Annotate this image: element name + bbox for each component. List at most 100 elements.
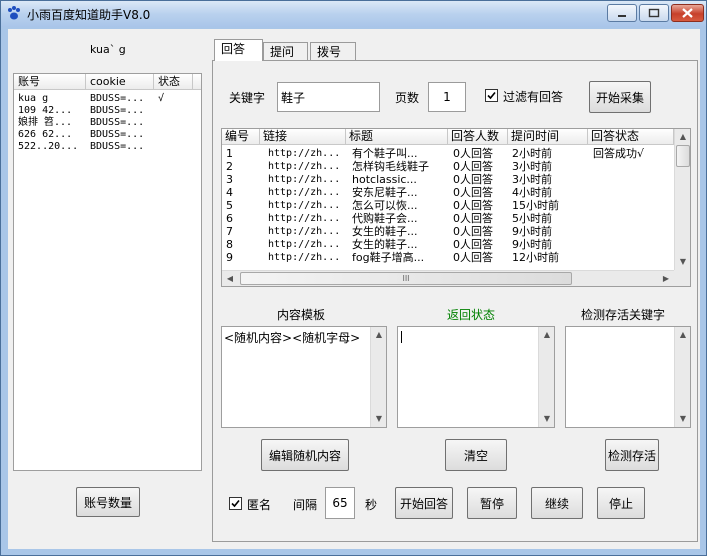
account-count-button[interactable]: 账号数量 bbox=[76, 487, 140, 517]
result-row[interactable]: 2 http://zh... 怎样钩毛线鞋子 0人回答 3小时前 bbox=[222, 160, 674, 173]
interval-input[interactable]: 65 bbox=[325, 487, 355, 519]
close-button[interactable] bbox=[671, 4, 704, 22]
keyword-input[interactable]: 鞋子 bbox=[277, 82, 380, 112]
scroll-down-icon[interactable]: ▼ bbox=[675, 254, 690, 270]
status-scrollbar[interactable]: ▲ ▼ bbox=[538, 327, 554, 427]
scroll-down-icon[interactable]: ▼ bbox=[371, 411, 386, 427]
current-account-label: kua` g bbox=[90, 43, 126, 56]
pages-input[interactable]: 1 bbox=[428, 82, 466, 112]
interval-label: 间隔 bbox=[293, 498, 318, 512]
result-row[interactable]: 3 http://zh... hotclassic... 0人回答 3小时前 bbox=[222, 173, 674, 186]
anonymous-checkbox[interactable] bbox=[229, 497, 242, 510]
column-header-no[interactable]: 编号 bbox=[222, 129, 260, 145]
result-row[interactable]: 6 http://zh... 代购鞋子会... 0人回答 5小时前 bbox=[222, 212, 674, 225]
result-cell-answers: 0人回答 bbox=[453, 186, 493, 199]
account-cell-account: 522..20... bbox=[18, 141, 79, 152]
tab-dial[interactable]: 拨号 bbox=[310, 42, 356, 61]
column-header-answer-status[interactable]: 回答状态 bbox=[588, 129, 674, 145]
result-cell-answers: 0人回答 bbox=[453, 251, 493, 264]
result-cell-link: http://zh... bbox=[268, 174, 341, 185]
scroll-up-icon[interactable]: ▲ bbox=[371, 327, 386, 343]
filter-answered-checkbox[interactable] bbox=[485, 89, 498, 102]
minimize-button[interactable] bbox=[607, 4, 637, 22]
column-header-account[interactable]: 账号 bbox=[14, 74, 86, 90]
text-cursor bbox=[401, 331, 402, 343]
result-row[interactable]: 5 http://zh... 怎么可以恢... 0人回答 15小时前 bbox=[222, 199, 674, 212]
scroll-up-icon[interactable]: ▲ bbox=[675, 327, 690, 343]
content-template-textarea[interactable]: <随机内容><随机字母> ▲ ▼ bbox=[221, 326, 387, 428]
results-horizontal-scrollbar[interactable]: ◀ III ▶ bbox=[222, 270, 674, 286]
result-cell-title: 女生的鞋子... bbox=[352, 225, 418, 238]
result-row[interactable]: 1 http://zh... 有个鞋子叫... 0人回答 2小时前 回答成功√ bbox=[222, 147, 674, 160]
result-cell-no: 8 bbox=[226, 238, 233, 251]
account-row[interactable]: 522..20... BDUSS=... bbox=[14, 140, 201, 153]
result-cell-answers: 0人回答 bbox=[453, 225, 493, 238]
return-status-label: 返回状态 bbox=[447, 308, 496, 322]
pages-label: 页数 bbox=[395, 91, 420, 105]
column-header-ask-time[interactable]: 提问时间 bbox=[508, 129, 588, 145]
scroll-left-icon[interactable]: ◀ bbox=[222, 271, 238, 286]
scroll-down-icon[interactable]: ▼ bbox=[675, 411, 690, 427]
result-row[interactable]: 8 http://zh... 女生的鞋子... 0人回答 9小时前 bbox=[222, 238, 674, 251]
close-icon bbox=[682, 8, 693, 18]
result-cell-time: 12小时前 bbox=[512, 251, 559, 264]
continue-button[interactable]: 继续 bbox=[531, 487, 583, 519]
result-cell-link: http://zh... bbox=[268, 226, 341, 237]
result-cell-no: 9 bbox=[226, 251, 233, 264]
scroll-up-icon[interactable]: ▲ bbox=[675, 129, 690, 145]
column-header-status[interactable]: 状态 bbox=[154, 74, 193, 90]
result-cell-link: http://zh... bbox=[268, 161, 341, 172]
scroll-down-icon[interactable]: ▼ bbox=[539, 411, 554, 427]
minimize-icon bbox=[618, 15, 626, 17]
column-header-title[interactable]: 标题 bbox=[346, 129, 448, 145]
result-row[interactable]: 4 http://zh... 安东尼鞋子... 0人回答 4小时前 bbox=[222, 186, 674, 199]
check-keywords-textarea[interactable]: ▲ ▼ bbox=[565, 326, 691, 428]
column-header-cookie[interactable]: cookie bbox=[86, 74, 154, 90]
result-cell-link: http://zh... bbox=[268, 213, 341, 224]
result-cell-title: 女生的鞋子... bbox=[352, 238, 418, 251]
title-bar[interactable]: 小雨百度知道助手V8.0 bbox=[1, 1, 706, 27]
client-area: kua` g 账号 cookie 状态 kua g BDUSS=... √ 109 4… bbox=[8, 29, 700, 549]
result-row[interactable]: 7 http://zh... 女生的鞋子... 0人回答 9小时前 bbox=[222, 225, 674, 238]
account-cell-cookie: BDUSS=... bbox=[90, 141, 145, 152]
content-template-text: <随机内容><随机字母> bbox=[224, 331, 361, 345]
result-cell-answers: 0人回答 bbox=[453, 199, 493, 212]
maximize-icon bbox=[648, 8, 660, 18]
scroll-up-icon[interactable]: ▲ bbox=[539, 327, 554, 343]
result-cell-time: 5小时前 bbox=[512, 212, 552, 225]
start-collect-button[interactable]: 开始采集 bbox=[589, 81, 651, 113]
result-cell-no: 5 bbox=[226, 199, 233, 212]
edit-random-content-button[interactable]: 编辑随机内容 bbox=[261, 439, 349, 471]
vertical-scroll-thumb[interactable] bbox=[676, 145, 690, 167]
seconds-label: 秒 bbox=[365, 498, 378, 512]
filter-answered-label: 过滤有回答 bbox=[503, 90, 564, 104]
result-cell-title: 代购鞋子会... bbox=[352, 212, 418, 225]
column-header-filler bbox=[193, 74, 201, 90]
maximize-button[interactable] bbox=[639, 4, 669, 22]
scroll-right-icon[interactable]: ▶ bbox=[658, 271, 674, 286]
result-cell-time: 2小时前 bbox=[512, 147, 552, 160]
check-alive-button[interactable]: 检测存活 bbox=[605, 439, 659, 471]
results-vertical-scrollbar[interactable]: ▲ ▼ bbox=[674, 129, 690, 270]
question-results-list[interactable]: 编号 链接 标题 回答人数 提问时间 回答状态 1 http://zh... 有个鞋… bbox=[221, 128, 691, 287]
horizontal-scroll-thumb[interactable]: III bbox=[240, 272, 572, 285]
paw-icon bbox=[8, 6, 20, 20]
stop-button[interactable]: 停止 bbox=[597, 487, 645, 519]
column-header-answer-count[interactable]: 回答人数 bbox=[448, 129, 508, 145]
column-header-link[interactable]: 链接 bbox=[260, 129, 346, 145]
template-scrollbar[interactable]: ▲ ▼ bbox=[370, 327, 386, 427]
keywords-scrollbar[interactable]: ▲ ▼ bbox=[674, 327, 690, 427]
check-icon bbox=[231, 499, 240, 508]
result-cell-time: 9小时前 bbox=[512, 238, 552, 251]
pause-button[interactable]: 暂停 bbox=[467, 487, 517, 519]
account-list[interactable]: 账号 cookie 状态 kua g BDUSS=... √ 109 42... BDU… bbox=[13, 73, 202, 471]
return-status-textarea[interactable]: ▲ ▼ bbox=[397, 326, 555, 428]
result-cell-answers: 0人回答 bbox=[453, 160, 493, 173]
tab-answer[interactable]: 回答 bbox=[214, 39, 263, 61]
result-cell-title: 有个鞋子叫... bbox=[352, 147, 418, 160]
result-row[interactable]: 9 http://zh... fog鞋子增高... 0人回答 12小时前 bbox=[222, 251, 674, 264]
clear-button[interactable]: 清空 bbox=[445, 439, 507, 471]
start-answer-button[interactable]: 开始回答 bbox=[395, 487, 453, 519]
tab-ask[interactable]: 提问 bbox=[263, 42, 308, 61]
result-cell-answers: 0人回答 bbox=[453, 238, 493, 251]
